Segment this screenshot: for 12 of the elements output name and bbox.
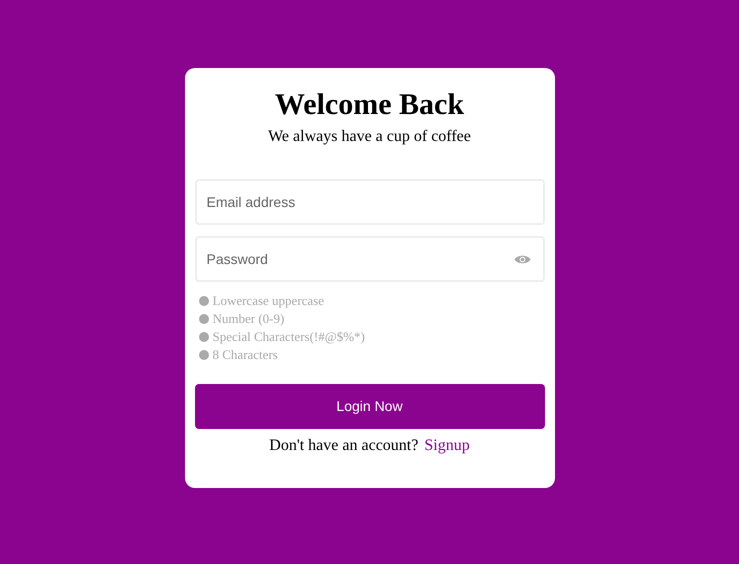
requirement-text: Special Characters(!#@$%*) — [212, 328, 365, 346]
login-button[interactable]: Login Now — [194, 384, 544, 429]
requirement-text: 8 Characters — [212, 346, 278, 364]
requirement-text: Number (0-9) — [212, 310, 284, 328]
signup-link[interactable]: Signup — [424, 434, 470, 458]
eye-icon[interactable] — [514, 254, 530, 265]
requirement-text: Lowercase uppercase — [212, 292, 324, 310]
subtitle: We always have a cup of coffee — [268, 127, 471, 147]
signup-prompt: Don't have an account? — [269, 436, 418, 456]
password-field[interactable]: Password — [194, 236, 544, 282]
email-field[interactable]: Email address — [194, 179, 544, 225]
page-title: Welcome Back — [274, 88, 464, 122]
